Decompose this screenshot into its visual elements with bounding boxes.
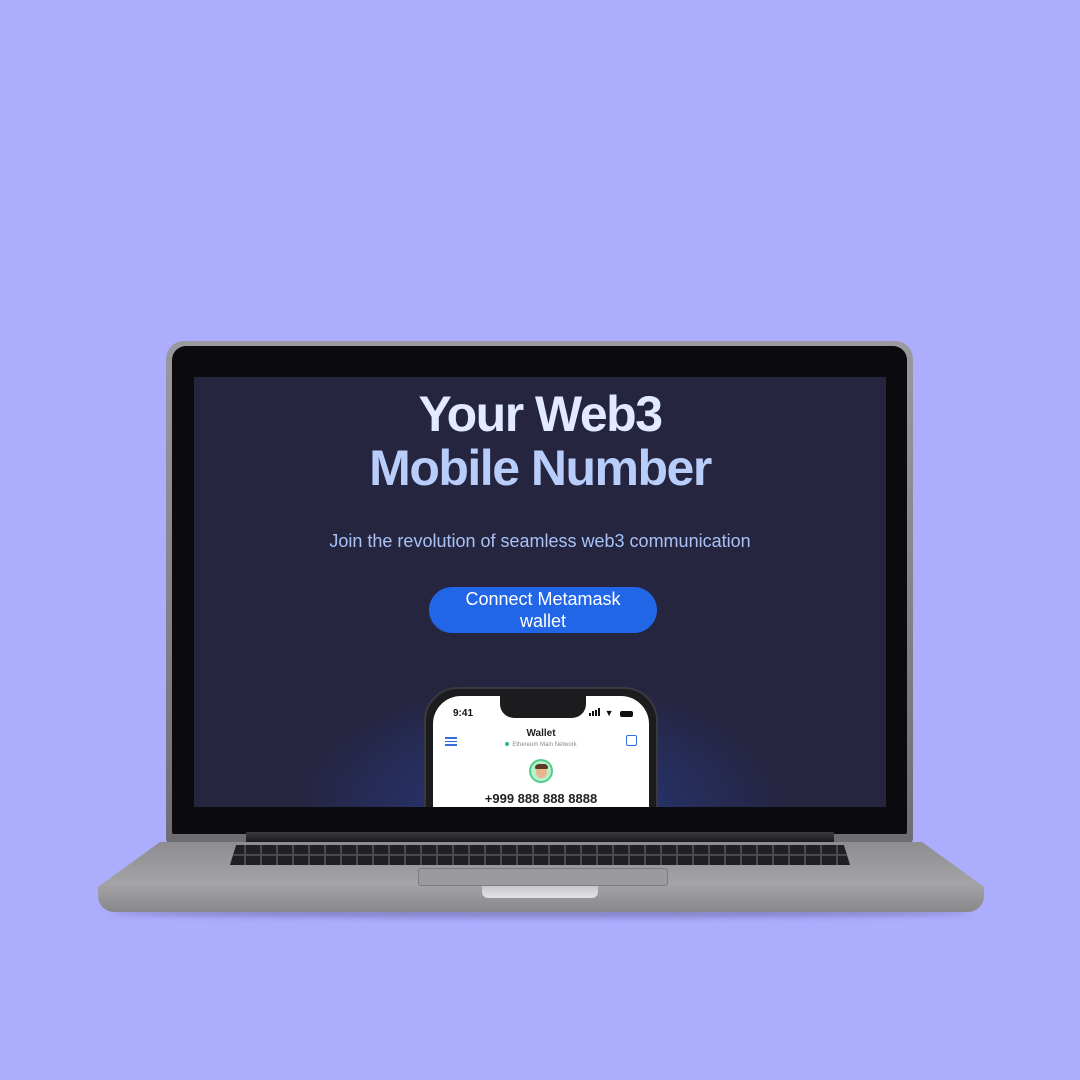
phone-number: +999 888 888 8888 [484, 791, 598, 806]
wallet-title: Wallet [526, 728, 556, 739]
phone-mockup: 9:41 ▼ Wallet Ethereum Main Network +999… [424, 687, 658, 807]
network-label[interactable]: Ethereum Main Network [433, 742, 649, 748]
wifi-icon: ▼ [604, 708, 615, 718]
headline-line-2: Mobile Number [369, 440, 712, 496]
hero-subtitle: Join the revolution of seamless web3 com… [329, 531, 751, 551]
phone-screen: 9:41 ▼ Wallet Ethereum Main Network +999… [433, 696, 649, 807]
status-time: 9:41 [453, 708, 474, 719]
connect-metamask-button[interactable]: Connect Metamask wallet [429, 587, 657, 633]
signal-icon [589, 708, 601, 716]
phone-notch [500, 696, 586, 718]
laptop-lid-notch [482, 886, 598, 898]
status-icons: ▼ [589, 708, 633, 718]
headline-line-1: Your Web3 [418, 386, 663, 442]
laptop-trackpad [418, 868, 668, 886]
laptop-screen: Your Web3 Mobile Number Join the revolut… [194, 377, 886, 807]
network-status-dot [505, 742, 510, 747]
laptop-hinge [246, 832, 834, 842]
battery-icon [620, 710, 633, 717]
avatar-hair [535, 764, 548, 769]
avatar[interactable] [529, 759, 553, 783]
laptop-keyboard [230, 845, 850, 865]
scan-icon[interactable] [626, 735, 637, 746]
network-name: Ethereum Main Network [512, 742, 577, 748]
